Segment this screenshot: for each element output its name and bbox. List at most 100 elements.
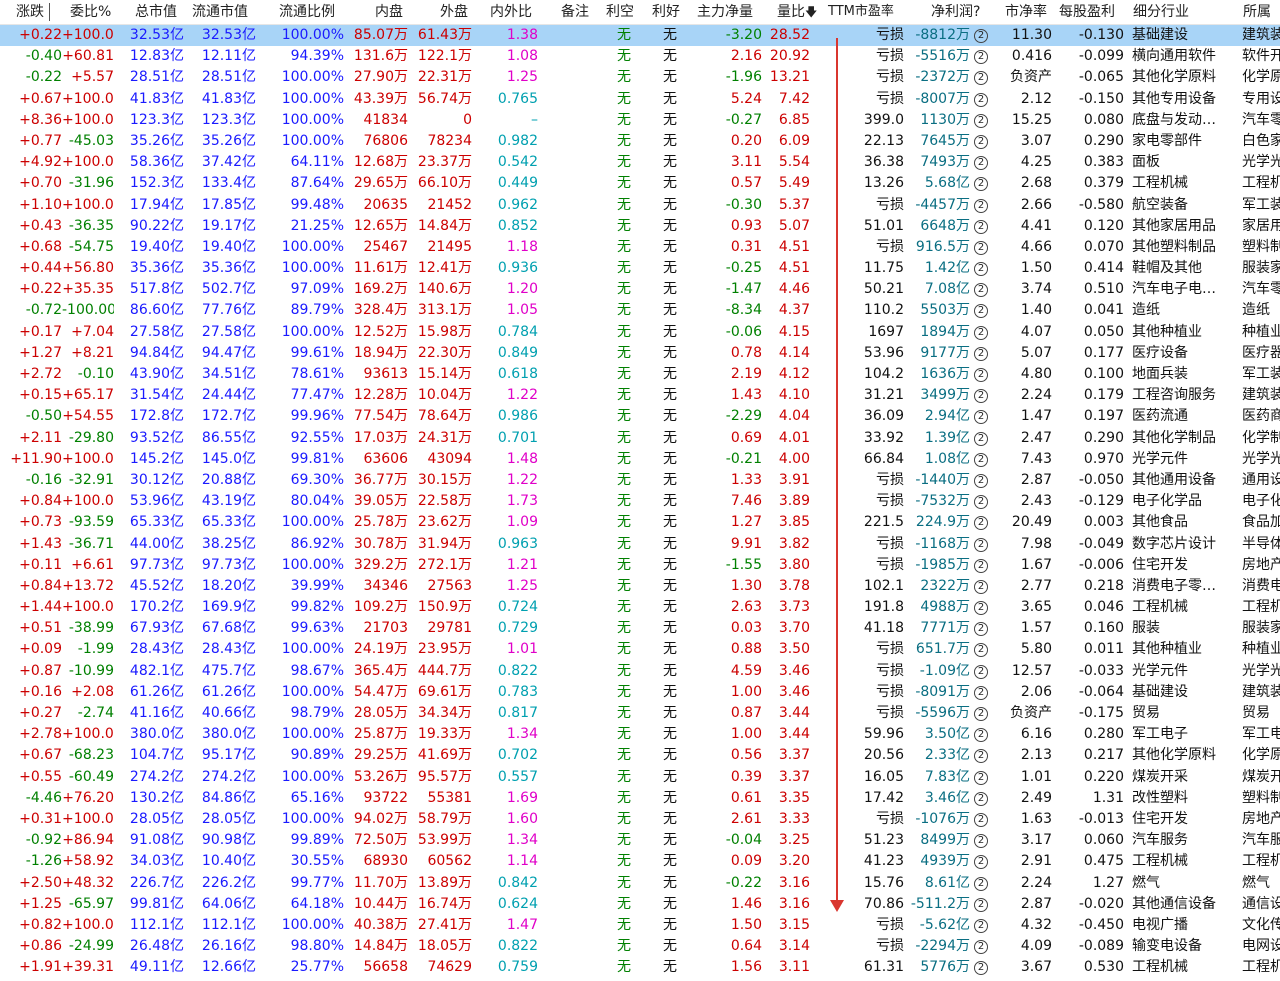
table-row[interactable]: +1.27 +8.21 94.84亿 94.47亿 99.61% 18.94万 22.30万…	[0, 343, 1280, 364]
info-badge-icon[interactable]: 2	[974, 262, 988, 277]
table-row[interactable]: +1.44+100.00 170.2亿 169.9亿 99.82% 109.2万 150.…	[0, 597, 1280, 618]
table-row[interactable]: +11.90+100.00 145.2亿 145.0亿 99.81% 63606 4309…	[0, 449, 1280, 470]
table-row[interactable]: +0.77 -45.03 35.26亿 35.26亿 100.00% 76806 78234…	[0, 131, 1280, 152]
table-row[interactable]: +0.68 -54.75 19.40亿 19.40亿 100.00% 25467 21495…	[0, 237, 1280, 258]
table-row[interactable]: +0.43 -36.35 90.22亿 19.17亿 21.25% 12.65万 14.84…	[0, 216, 1280, 237]
info-badge-icon[interactable]: 2	[974, 410, 988, 425]
info-badge-icon[interactable]: 2	[974, 431, 988, 446]
info-badge-icon[interactable]: 2	[974, 198, 988, 213]
info-badge-icon[interactable]: 2	[974, 834, 988, 849]
table-row[interactable]: -0.50 +54.55 172.8亿 172.7亿 99.96% 77.54万 78.64…	[0, 406, 1280, 427]
col-header-liutongshizhi[interactable]: 流通市值	[192, 0, 248, 24]
table-row[interactable]: +0.22 +35.35 517.8亿 502.7亿 97.09% 169.2万 140.6…	[0, 279, 1280, 300]
table-row[interactable]: -0.92 +86.94 91.08亿 90.98亿 99.89% 72.50万 53.99…	[0, 830, 1280, 851]
info-badge-icon[interactable]: 2	[974, 134, 988, 149]
info-badge-icon[interactable]: 2	[974, 71, 988, 86]
col-header-liangbi[interactable]: 量比🡇	[777, 0, 817, 24]
info-badge-icon[interactable]: 2	[974, 346, 988, 361]
table-row[interactable]: +1.91 +39.31 49.11亿 12.66亿 25.77% 56658 74629 0…	[0, 957, 1280, 978]
table-row[interactable]: +0.09 -1.99 28.43亿 28.43亿 100.00% 24.19万 23.95…	[0, 639, 1280, 660]
table-row[interactable]: +0.55 -60.49 274.2亿 274.2亿 100.00% 53.26万 95.5…	[0, 767, 1280, 788]
info-badge-icon[interactable]: 2	[974, 876, 988, 891]
col-header-hangye[interactable]: 细分行业	[1133, 0, 1189, 24]
table-row[interactable]: +0.27 -2.74 41.16亿 40.66亿 98.79% 28.05万 34.34万…	[0, 703, 1280, 724]
info-badge-icon[interactable]: 2	[974, 812, 988, 827]
col-header-neipan[interactable]: 内盘	[375, 0, 403, 24]
info-badge-icon[interactable]: 2	[974, 940, 988, 955]
info-badge-icon[interactable]: 2	[974, 622, 988, 637]
info-badge-icon[interactable]: 2	[974, 389, 988, 404]
table-row[interactable]: +0.84+100.00 53.96亿 43.19亿 80.04% 39.05万 22.5…	[0, 491, 1280, 512]
table-row[interactable]: +0.15 +65.17 31.54亿 24.44亿 77.47% 12.28万 10.04…	[0, 385, 1280, 406]
col-header-ttm[interactable]: TTM市盈率	[828, 0, 894, 24]
table-row[interactable]: +0.84 +13.72 45.52亿 18.20亿 39.99% 34346 27563 1…	[0, 576, 1280, 597]
table-row[interactable]: +2.50 +48.32 226.7亿 226.2亿 99.77% 11.70万 13.89…	[0, 873, 1280, 894]
col-header-zhangdie[interactable]: 涨跌	[16, 0, 44, 24]
table-row[interactable]: +0.31+100.00 28.05亿 28.05亿 100.00% 94.02万 58.…	[0, 809, 1280, 830]
col-header-lihao[interactable]: 利好	[652, 0, 680, 24]
info-badge-icon[interactable]: 2	[974, 897, 988, 912]
col-header-suoshu[interactable]: 所属	[1243, 0, 1271, 24]
table-row[interactable]: +4.92+100.00 58.36亿 37.42亿 64.11% 12.68万 23.3…	[0, 152, 1280, 173]
info-badge-icon[interactable]: 2	[974, 113, 988, 128]
info-badge-icon[interactable]: 2	[974, 728, 988, 743]
info-badge-icon[interactable]: 2	[974, 516, 988, 531]
info-badge-icon[interactable]: 2	[974, 452, 988, 467]
info-badge-icon[interactable]: 2	[974, 304, 988, 319]
col-header-shijinglv[interactable]: 市净率	[1005, 0, 1047, 24]
col-header-meigu[interactable]: 每股盈利	[1059, 0, 1115, 24]
table-row[interactable]: +0.16 +2.08 61.26亿 61.26亿 100.00% 54.47万 69.61…	[0, 682, 1280, 703]
col-header-liutongbili[interactable]: 流通比例	[279, 0, 335, 24]
table-row[interactable]: +1.25 -65.97 99.81亿 64.06亿 64.18% 10.44万 16.74…	[0, 894, 1280, 915]
info-badge-icon[interactable]: 2	[974, 749, 988, 764]
info-badge-icon[interactable]: 2	[974, 240, 988, 255]
column-separator[interactable]	[49, 3, 50, 21]
info-badge-icon[interactable]: 2	[974, 707, 988, 721]
col-header-waipan[interactable]: 外盘	[440, 0, 468, 24]
table-row[interactable]: +0.51 -38.99 67.93亿 67.68亿 99.63% 21703 29781 0…	[0, 618, 1280, 639]
table-row[interactable]: +0.67 -68.23 104.7亿 95.17亿 90.89% 29.25万 41.69…	[0, 745, 1280, 766]
info-badge-icon[interactable]: 2	[974, 558, 988, 573]
table-row[interactable]: +0.86 -24.99 26.48亿 26.16亿 98.80% 14.84万 18.05…	[0, 936, 1280, 957]
col-header-zhulijingliang[interactable]: 主力净量	[697, 0, 753, 24]
table-row[interactable]: +2.78+100.00 380.0亿 380.0亿 100.00% 25.87万 19.…	[0, 724, 1280, 745]
info-badge-icon[interactable]: 2	[974, 537, 988, 552]
table-row[interactable]: +0.70 -31.96 152.3亿 133.4亿 87.64% 29.65万 66.10…	[0, 173, 1280, 194]
table-row[interactable]: +0.73 -93.59 65.33亿 65.33亿 100.00% 25.78万 23.6…	[0, 512, 1280, 533]
info-badge-icon[interactable]: 2	[974, 495, 988, 510]
col-header-jinglirun[interactable]: 净利润?	[931, 0, 980, 24]
info-badge-icon[interactable]: 2	[974, 92, 988, 107]
info-badge-icon[interactable]: 2	[974, 791, 988, 806]
table-row[interactable]: -1.26 +58.92 34.03亿 10.40亿 30.55% 68930 60562 1…	[0, 851, 1280, 872]
table-row[interactable]: -0.22 +5.57 28.51亿 28.51亿 100.00% 27.90万 22.31…	[0, 67, 1280, 88]
table-row[interactable]: -4.46 +76.20 130.2亿 84.86亿 65.16% 93722 55381 1…	[0, 788, 1280, 809]
table-row[interactable]: -0.16 -32.91 30.12亿 20.88亿 69.30% 36.77万 30.15…	[0, 470, 1280, 491]
table-row[interactable]: +8.36+100.00 123.3亿 123.3亿 100.00% 41834 0 – 无 无…	[0, 110, 1280, 131]
table-row[interactable]: +1.10+100.00 17.94亿 17.85亿 99.48% 20635 21452…	[0, 195, 1280, 216]
col-header-zongshizhi[interactable]: 总市值	[135, 0, 177, 24]
table-row[interactable]: +2.72 -0.10 43.90亿 34.51亿 78.61% 93613 15.14万 0…	[0, 364, 1280, 385]
info-badge-icon[interactable]: 2	[974, 579, 988, 594]
table-row[interactable]: +0.67+100.00 41.83亿 41.83亿 100.00% 43.39万 56.…	[0, 89, 1280, 110]
info-badge-icon[interactable]: 2	[974, 473, 988, 488]
info-badge-icon[interactable]: 2	[974, 219, 988, 234]
table-row[interactable]: +0.17 +7.04 27.58亿 27.58亿 100.00% 12.52万 15.98…	[0, 322, 1280, 343]
info-badge-icon[interactable]: 2	[974, 177, 988, 192]
table-row[interactable]: +0.82+100.00 112.1亿 112.1亿 100.00% 40.38万 27.…	[0, 915, 1280, 936]
table-row[interactable]: +0.87 -10.99 482.1亿 475.7亿 98.67% 365.4万 444.7…	[0, 661, 1280, 682]
table-row[interactable]: -0.40 +60.81 12.83亿 12.11亿 94.39% 131.6万 122.1…	[0, 46, 1280, 67]
info-badge-icon[interactable]: 2	[974, 855, 988, 870]
col-header-neiwaibi[interactable]: 内外比	[490, 0, 532, 24]
info-badge-icon[interactable]: 2	[974, 156, 988, 171]
col-header-weibi[interactable]: 委比%	[70, 0, 111, 24]
info-badge-icon[interactable]: 2	[974, 664, 988, 679]
info-badge-icon[interactable]: 2	[974, 368, 988, 382]
info-badge-icon[interactable]: 2	[974, 601, 988, 616]
info-badge-icon[interactable]: 2	[974, 685, 988, 700]
info-badge-icon[interactable]: 2	[974, 50, 988, 65]
col-header-beizhu[interactable]: 备注	[561, 0, 589, 24]
info-badge-icon[interactable]: 2	[974, 325, 988, 340]
info-badge-icon[interactable]: 2	[974, 643, 988, 658]
info-badge-icon[interactable]: 2	[974, 961, 988, 976]
table-row[interactable]: +2.11 -29.80 93.52亿 86.55亿 92.55% 17.03万 24.31…	[0, 428, 1280, 449]
